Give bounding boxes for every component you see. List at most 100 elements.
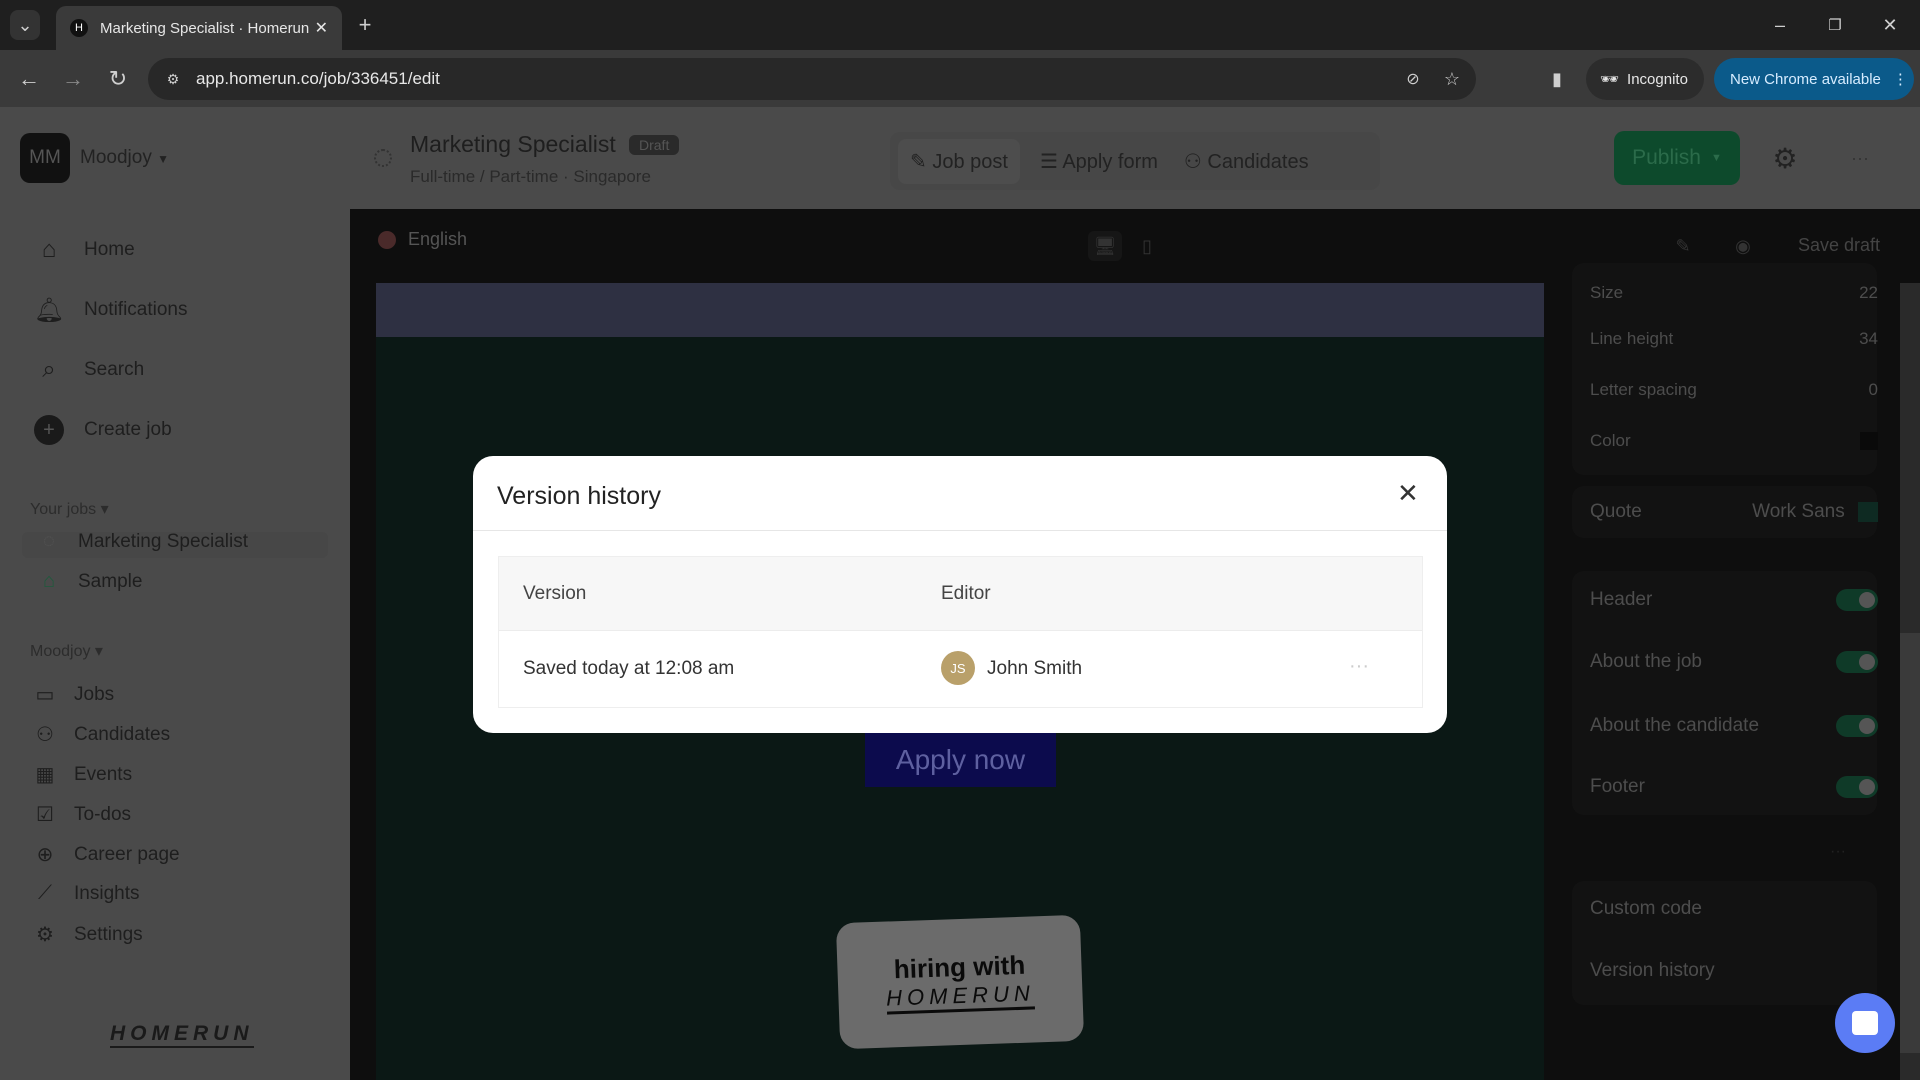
modal-title: Version history [497, 482, 661, 510]
kebab-menu-icon[interactable]: ⋮ [1893, 70, 1908, 88]
org-heading[interactable]: Moodjoy ▾ [30, 641, 103, 661]
tab-apply-form[interactable]: ☰ Apply form [1034, 139, 1164, 184]
address-bar[interactable]: ⚙ app.homerun.co/job/336451/edit ☆ ⊘ [148, 58, 1476, 100]
homerun-logo: HOMERUN [110, 1022, 254, 1048]
restore-icon[interactable]: ❐ [1820, 10, 1850, 40]
mobile-view-icon[interactable]: ▯ [1132, 231, 1162, 261]
section-label: Moodjoy [30, 643, 91, 660]
preview-eye-icon[interactable]: ◉ [1728, 231, 1758, 261]
section-toggle-about-candidate[interactable]: About the candidate [1590, 715, 1878, 737]
sidebar-item-notifications[interactable]: 🔔︎ Notifications [32, 293, 188, 327]
setting-value: 22 [1859, 283, 1878, 302]
tab-search-icon[interactable]: ⌄ [10, 10, 40, 40]
apply-now-button[interactable]: Apply now [865, 733, 1056, 787]
close-tab-icon[interactable]: ✕ [315, 18, 328, 38]
link-label: Version history [1590, 960, 1715, 981]
line-height-setting[interactable]: Line height 34 [1590, 329, 1878, 349]
sidebar-item-todos[interactable]: ☑ To-dos [32, 802, 131, 827]
sidebar: ⌂ Home 🔔︎ Notifications ⌕ Search + Create jo… [0, 209, 350, 1080]
toggle-switch[interactable] [1836, 776, 1878, 798]
settings-gear-icon[interactable]: ⚙ [1768, 141, 1802, 175]
sidebar-item-label: To-dos [74, 803, 132, 825]
section-toggle-footer[interactable]: Footer [1590, 776, 1878, 798]
people-icon: ⚇ [1183, 150, 1202, 173]
plus-circle-icon: + [32, 413, 66, 447]
incognito-icon: 🕶 [1600, 71, 1620, 88]
reload-icon[interactable]: ↻ [103, 64, 133, 94]
toggle-switch[interactable] [1836, 589, 1878, 611]
sidebar-item-jobs[interactable]: ▭ Jobs [32, 682, 115, 707]
sidebar-job-sample[interactable]: ⌂ Sample [36, 570, 142, 593]
bookmark-star-icon[interactable]: ☆ [1440, 67, 1464, 91]
color-swatch[interactable] [1860, 432, 1878, 450]
sidebar-item-candidates[interactable]: ⚇ Candidates [32, 722, 170, 747]
custom-code-link[interactable]: Custom code [1590, 898, 1878, 920]
setting-value: 0 [1868, 380, 1878, 399]
browser-toolbar: ← → ↻ ⚙ app.homerun.co/job/336451/edit ☆… [0, 50, 1920, 107]
tracking-protection-icon[interactable]: ⊘ [1401, 67, 1425, 91]
sidebar-item-home[interactable]: ⌂ Home [32, 233, 135, 267]
toggle-switch[interactable] [1836, 651, 1878, 673]
letter-spacing-setting[interactable]: Letter spacing 0 [1590, 380, 1878, 400]
preview-header-band [376, 283, 1544, 337]
section-toggle-header[interactable]: Header [1590, 589, 1878, 611]
editor-avatar: JS [941, 651, 975, 685]
workspace-switcher[interactable]: Moodjoy ▼ [80, 147, 169, 169]
new-chrome-available-button[interactable]: New Chrome available ⋮ [1714, 58, 1914, 100]
version-history-modal: Version history ✕ Version Editor Saved t… [473, 456, 1447, 733]
close-window-icon[interactable]: ✕ [1875, 10, 1905, 40]
column-header-version: Version [523, 583, 587, 604]
link-label: Custom code [1590, 898, 1702, 919]
workspace-avatar[interactable]: MM [20, 133, 70, 183]
color-swatch[interactable] [1858, 501, 1878, 522]
section-toggle-about-job[interactable]: About the job [1590, 651, 1878, 673]
setting-value: 34 [1859, 329, 1878, 348]
sidebar-item-search[interactable]: ⌕ Search [32, 353, 144, 387]
quote-setting[interactable]: Quote Work Sans [1590, 501, 1878, 523]
sidebar-item-events[interactable]: ▦ Events [32, 762, 133, 787]
minimize-icon[interactable]: – [1765, 10, 1795, 40]
sidebar-item-create-job[interactable]: + Create job [32, 413, 172, 447]
publish-button[interactable]: Publish ▼ [1614, 131, 1740, 185]
tab-candidates[interactable]: ⚇ Candidates [1178, 139, 1315, 184]
brush-icon[interactable]: ✎ [1668, 231, 1698, 261]
checkbox-icon: ☑ [36, 804, 54, 826]
sidebar-item-insights[interactable]: ⟋ Insights [32, 882, 139, 905]
workspace-name: Moodjoy [80, 147, 152, 168]
setting-label: About the candidate [1590, 715, 1760, 736]
language-selector[interactable]: English [378, 229, 467, 250]
sidebar-item-settings[interactable]: ⚙ Settings [32, 922, 143, 947]
toggle-switch[interactable] [1836, 715, 1878, 737]
back-icon[interactable]: ← [14, 64, 44, 94]
new-tab-icon[interactable]: + [352, 12, 378, 38]
table-row[interactable]: Saved today at 12:08 am JS John Smith ··… [499, 631, 1422, 707]
more-icon[interactable]: ··· [1830, 843, 1846, 861]
desktop-view-icon[interactable]: 🖥︎ [1088, 231, 1122, 261]
site-info-icon[interactable]: ⚙ [162, 68, 184, 90]
sidebar-item-label: Marketing Specialist [78, 530, 249, 552]
more-options-icon[interactable]: ··· [1843, 141, 1877, 175]
size-setting[interactable]: Size 22 [1590, 283, 1878, 303]
publish-label: Publish [1632, 146, 1701, 169]
draft-status-icon: ◌ [43, 530, 55, 552]
hiring-with-homerun-badge[interactable]: hiring with HOMERUN [835, 914, 1085, 1050]
sidebar-item-label: Candidates [74, 723, 171, 745]
browser-tab[interactable]: H Marketing Specialist · Homerun ✕ [56, 6, 342, 50]
tab-label: Job post [932, 150, 1008, 173]
chat-launcher-button[interactable] [1835, 993, 1895, 1053]
sidebar-job-marketing-specialist[interactable]: ◌ Marketing Specialist [36, 530, 248, 553]
forward-icon[interactable]: → [58, 64, 88, 94]
scrollbar[interactable] [1900, 283, 1920, 1080]
tab-job-post[interactable]: ✎ Job post [898, 138, 1020, 184]
incognito-indicator[interactable]: 🕶 Incognito [1586, 58, 1704, 100]
homerun-favicon: H [70, 19, 88, 37]
url-text: app.homerun.co/job/336451/edit [196, 69, 440, 88]
close-icon[interactable]: ✕ [1397, 478, 1419, 509]
row-actions-icon[interactable]: ··· [1349, 655, 1369, 678]
color-setting[interactable]: Color [1590, 431, 1878, 451]
save-draft-button[interactable]: Save draft [1798, 235, 1880, 256]
your-jobs-heading[interactable]: Your jobs ▾ [30, 499, 109, 519]
version-history-link[interactable]: Version history [1590, 960, 1878, 982]
side-panel-icon[interactable]: ▮ [1542, 64, 1572, 94]
sidebar-item-career-page[interactable]: ⊕ Career page [32, 842, 180, 867]
